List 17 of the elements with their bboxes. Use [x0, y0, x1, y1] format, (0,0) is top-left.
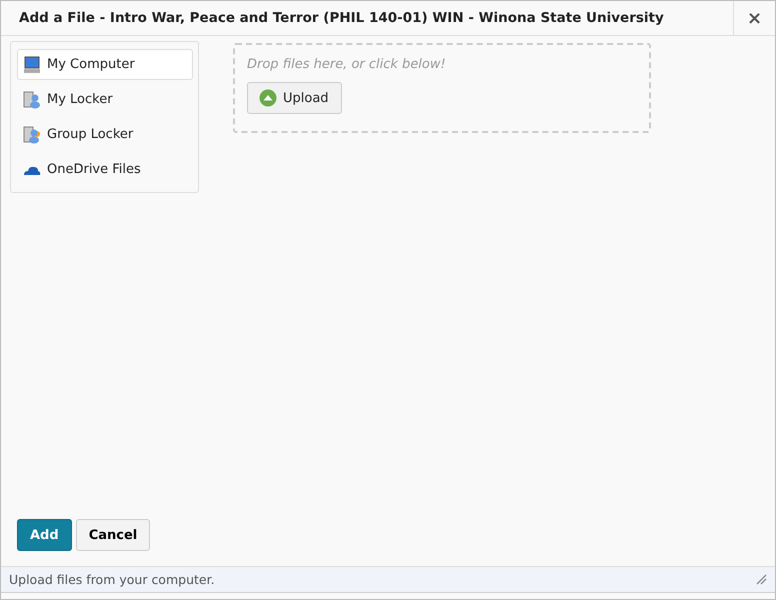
computer-icon — [23, 56, 41, 74]
locker-user-icon — [23, 90, 41, 108]
cancel-button[interactable]: Cancel — [76, 519, 150, 551]
source-item[interactable]: OneDrive Files — [17, 154, 193, 185]
window-title: Add a File - Intro War, Peace and Terror (PHIL 140-01) WIN - Winona State University — [18, 10, 665, 26]
upload-button[interactable]: Upload — [247, 82, 342, 114]
drop-zone[interactable]: Drop files here, or click below! Upload — [233, 43, 651, 133]
drop-hint: Drop files here, or click below! — [247, 57, 447, 72]
source-item[interactable]: My Locker — [17, 84, 193, 115]
locker-group-icon — [23, 126, 41, 144]
add-button[interactable]: Add — [17, 519, 72, 551]
upload-icon — [259, 89, 277, 107]
source-item[interactable]: My Computer — [17, 49, 193, 80]
source-item[interactable]: Group Locker — [17, 119, 193, 150]
close-button[interactable]: × — [733, 1, 775, 35]
resize-grip-icon — [756, 574, 767, 585]
status-text: Upload files from your computer. — [9, 572, 215, 587]
